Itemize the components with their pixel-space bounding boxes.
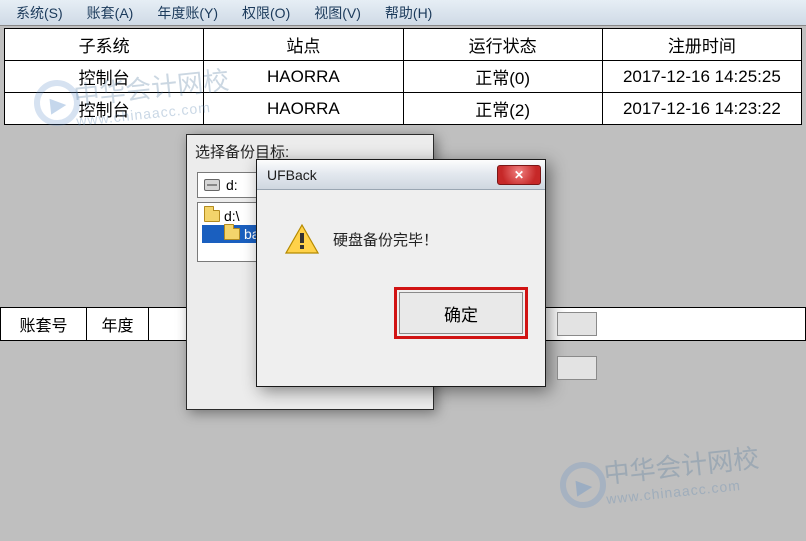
table-row[interactable]: 控制台 HAORRA 正常(2) 2017-12-16 14:23:22: [5, 93, 802, 125]
menu-bar: 系统(S) 账套(A) 年度账(Y) 权限(O) 视图(V) 帮助(H): [0, 0, 806, 26]
cell-subsystem: 控制台: [5, 93, 204, 125]
ok-button[interactable]: 确定: [399, 292, 523, 334]
hidden-button-1[interactable]: [557, 312, 597, 336]
dialog-title: UFBack: [267, 167, 497, 183]
folder-open-icon: [204, 210, 220, 222]
sessions-table: 子系统 站点 运行状态 注册时间 控制台 HAORRA 正常(0) 2017-1…: [4, 28, 802, 125]
tree-root-label: d:\: [224, 208, 240, 224]
table-row[interactable]: 控制台 HAORRA 正常(0) 2017-12-16 14:25:25: [5, 61, 802, 93]
cell-subsystem: 控制台: [5, 61, 204, 93]
cell-regtime: 2017-12-16 14:23:22: [602, 93, 801, 125]
warning-icon: [285, 224, 319, 254]
dialog-message: 硬盘备份完毕！: [333, 229, 438, 250]
col-subsystem: 子系统: [5, 29, 204, 61]
ufback-dialog: UFBack ✕ 硬盘备份完毕！ 确定: [256, 159, 546, 387]
menu-view[interactable]: 视图(V): [304, 0, 371, 26]
col-regtime: 注册时间: [602, 29, 801, 61]
drive-label: d:: [226, 177, 238, 193]
menu-perm[interactable]: 权限(O): [232, 0, 300, 26]
drive-icon: [204, 179, 220, 191]
menu-help[interactable]: 帮助(H): [375, 0, 442, 26]
cell-site: HAORRA: [204, 93, 403, 125]
cell-status: 正常(2): [403, 93, 602, 125]
close-button[interactable]: ✕: [497, 165, 541, 185]
cell-regtime: 2017-12-16 14:25:25: [602, 61, 801, 93]
folder-open-icon: [224, 228, 240, 240]
cell-status: 正常(0): [403, 61, 602, 93]
menu-system[interactable]: 系统(S): [6, 0, 73, 26]
col-status: 运行状态: [403, 29, 602, 61]
col-site: 站点: [204, 29, 403, 61]
dialog-titlebar[interactable]: UFBack ✕: [257, 160, 545, 190]
hidden-button-2[interactable]: [557, 356, 597, 380]
menu-ledger[interactable]: 账套(A): [77, 0, 144, 26]
col-year: 年度: [87, 308, 149, 341]
table-header-row: 子系统 站点 运行状态 注册时间: [5, 29, 802, 61]
menu-yearly[interactable]: 年度账(Y): [147, 0, 228, 26]
cell-site: HAORRA: [204, 61, 403, 93]
col-ledger-no: 账套号: [1, 308, 87, 341]
close-icon: ✕: [514, 168, 524, 182]
